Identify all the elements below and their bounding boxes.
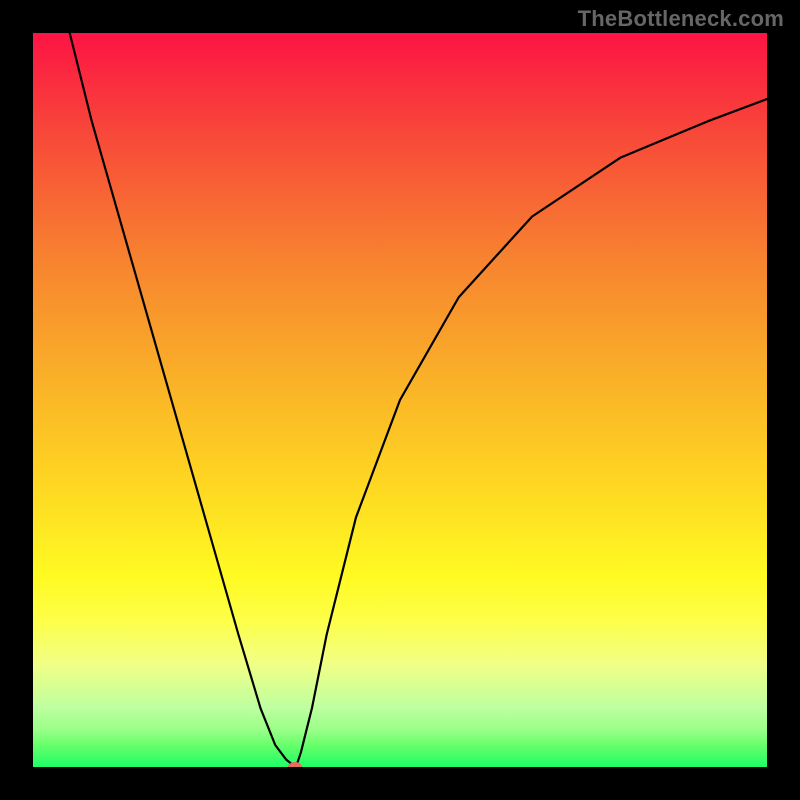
plot-area [33, 33, 767, 767]
curve-layer [33, 33, 767, 767]
watermark-label: TheBottleneck.com [578, 6, 784, 32]
bottleneck-curve [70, 33, 767, 766]
curve-group [70, 33, 767, 767]
chart-frame: TheBottleneck.com [0, 0, 800, 800]
